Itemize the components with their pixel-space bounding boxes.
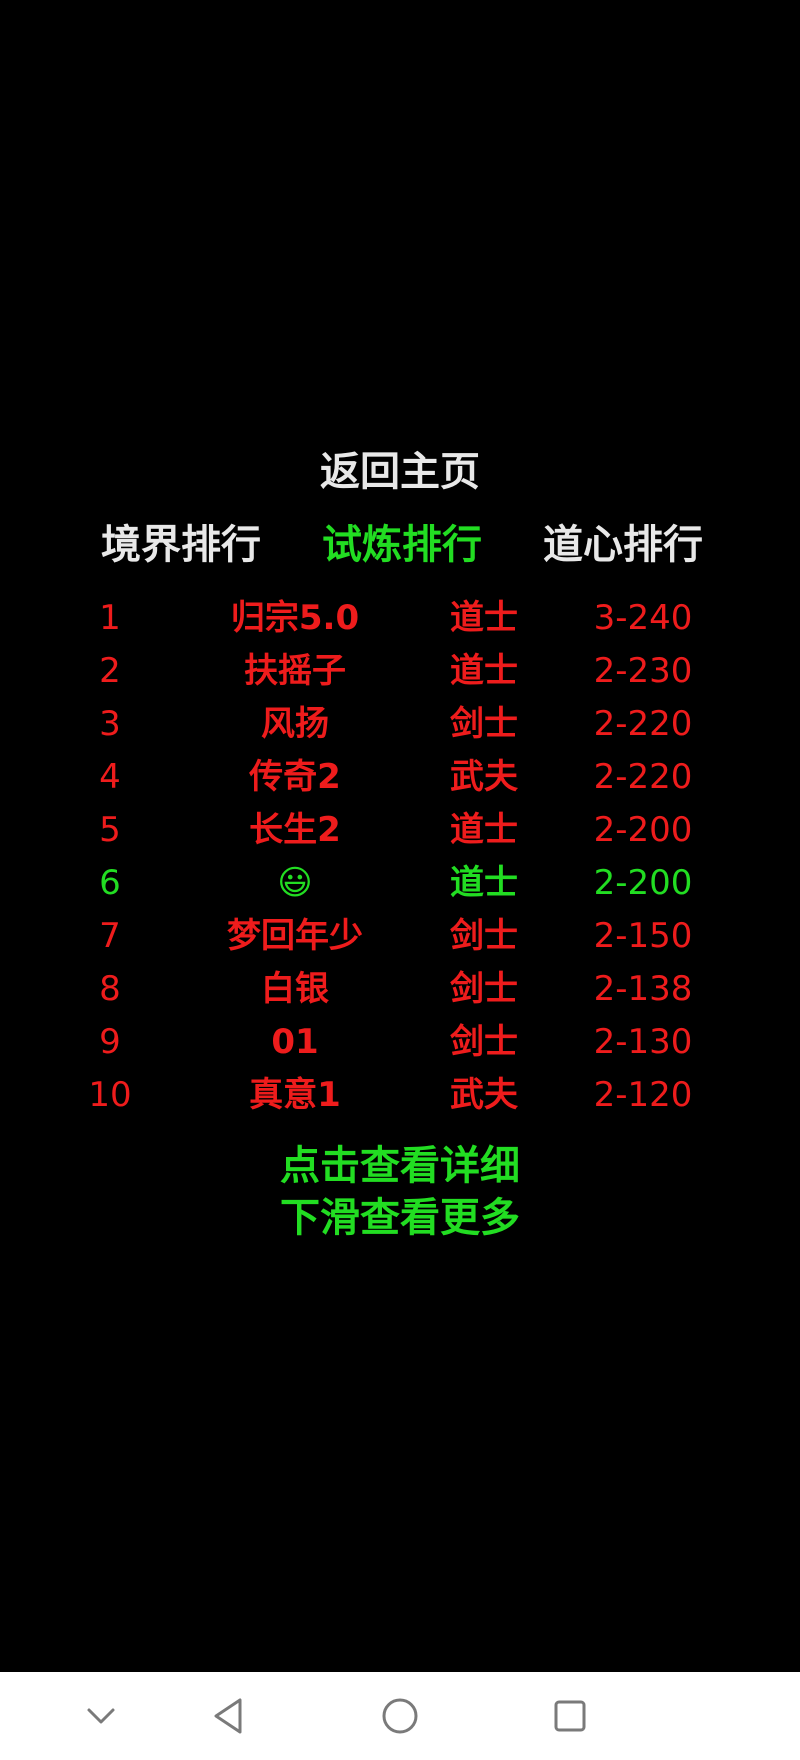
player-class: 道士 [450, 651, 518, 691]
player-name: 扶摇子 [244, 651, 346, 691]
ranking-row[interactable]: 6 😃 道士 2-200 [0, 857, 800, 910]
player-class: 道士 [450, 810, 518, 850]
trial-level: 2-230 [593, 651, 693, 691]
ranking-row[interactable]: 1 归宗5.0 道士 3-240 [0, 592, 800, 645]
return-home-button[interactable]: 返回主页 [0, 440, 800, 504]
ranking-row[interactable]: 4 传奇2 武夫 2-220 [0, 751, 800, 804]
rank-number: 8 [99, 969, 121, 1009]
tab-dao-heart-ranking[interactable]: 道心排行 [513, 510, 733, 580]
player-class: 剑士 [450, 969, 518, 1009]
rank-number: 4 [99, 757, 121, 797]
trial-level: 2-138 [593, 969, 693, 1009]
ranking-row[interactable]: 3 风扬 剑士 2-220 [0, 698, 800, 751]
player-name: 😃 [277, 863, 313, 903]
scroll-more-hint: 下滑查看更多 [280, 1195, 520, 1241]
ranking-row[interactable]: 7 梦回年少 剑士 2-150 [0, 910, 800, 963]
chevron-down-icon[interactable] [71, 1686, 131, 1746]
ranking-row[interactable]: 9 01 剑士 2-130 [0, 1016, 800, 1069]
ranking-row[interactable]: 10 真意1 武夫 2-120 [0, 1069, 800, 1122]
player-name: 长生2 [249, 810, 341, 850]
system-navigation-bar [0, 1672, 800, 1760]
action-prompts: 点击查看详细 下滑查看更多 [0, 1140, 800, 1244]
player-name: 传奇2 [249, 757, 341, 797]
rank-number: 2 [99, 651, 121, 691]
player-class: 武夫 [450, 757, 518, 797]
ranking-list: 1 归宗5.0 道士 3-240 2 扶摇子 道士 2-230 3 风扬 剑士 2-220 4 传奇2 武夫… [0, 592, 800, 1122]
rank-number: 7 [99, 916, 121, 956]
trial-level: 3-240 [593, 598, 693, 638]
game-screen: 返回主页 境界排行 试炼排行 道心排行 1 归宗5.0 道士 3-240 2 扶摇子 道士 2… [0, 0, 800, 1672]
ranking-row[interactable]: 2 扶摇子 道士 2-230 [0, 645, 800, 698]
player-name: 真意1 [249, 1075, 341, 1115]
ranking-tabs: 境界排行 试炼排行 道心排行 [0, 510, 800, 580]
trial-level: 2-120 [593, 1075, 693, 1115]
recents-square-icon[interactable] [540, 1686, 600, 1746]
trial-level: 2-150 [593, 916, 693, 956]
trial-level: 2-220 [593, 757, 693, 797]
view-details-button[interactable]: 点击查看详细 [0, 1140, 800, 1192]
player-name: 白银 [261, 969, 329, 1009]
ranking-row[interactable]: 5 长生2 道士 2-200 [0, 804, 800, 857]
rank-number: 3 [99, 704, 121, 744]
rank-number: 10 [88, 1075, 132, 1115]
tab-trial-ranking[interactable]: 试炼排行 [292, 510, 512, 580]
player-name: 梦回年少 [227, 916, 363, 956]
player-class: 道士 [450, 598, 518, 638]
trial-level: 2-200 [593, 863, 693, 903]
player-name: 风扬 [261, 704, 329, 744]
player-name: 01 [271, 1022, 319, 1062]
trial-level: 2-220 [593, 704, 693, 744]
back-triangle-icon[interactable] [200, 1686, 260, 1746]
player-class: 道士 [450, 863, 518, 903]
player-class: 剑士 [450, 1022, 518, 1062]
tab-realm-ranking[interactable]: 境界排行 [71, 510, 291, 580]
rank-number: 9 [99, 1022, 121, 1062]
trial-level: 2-200 [593, 810, 693, 850]
player-class: 武夫 [450, 1075, 518, 1115]
player-class: 剑士 [450, 704, 518, 744]
rank-number: 1 [99, 598, 121, 638]
rank-number: 5 [99, 810, 121, 850]
ranking-row[interactable]: 8 白银 剑士 2-138 [0, 963, 800, 1016]
player-name: 归宗5.0 [230, 598, 360, 638]
home-circle-icon[interactable] [370, 1686, 430, 1746]
player-class: 剑士 [450, 916, 518, 956]
rank-number: 6 [99, 863, 121, 903]
trial-level: 2-130 [593, 1022, 693, 1062]
